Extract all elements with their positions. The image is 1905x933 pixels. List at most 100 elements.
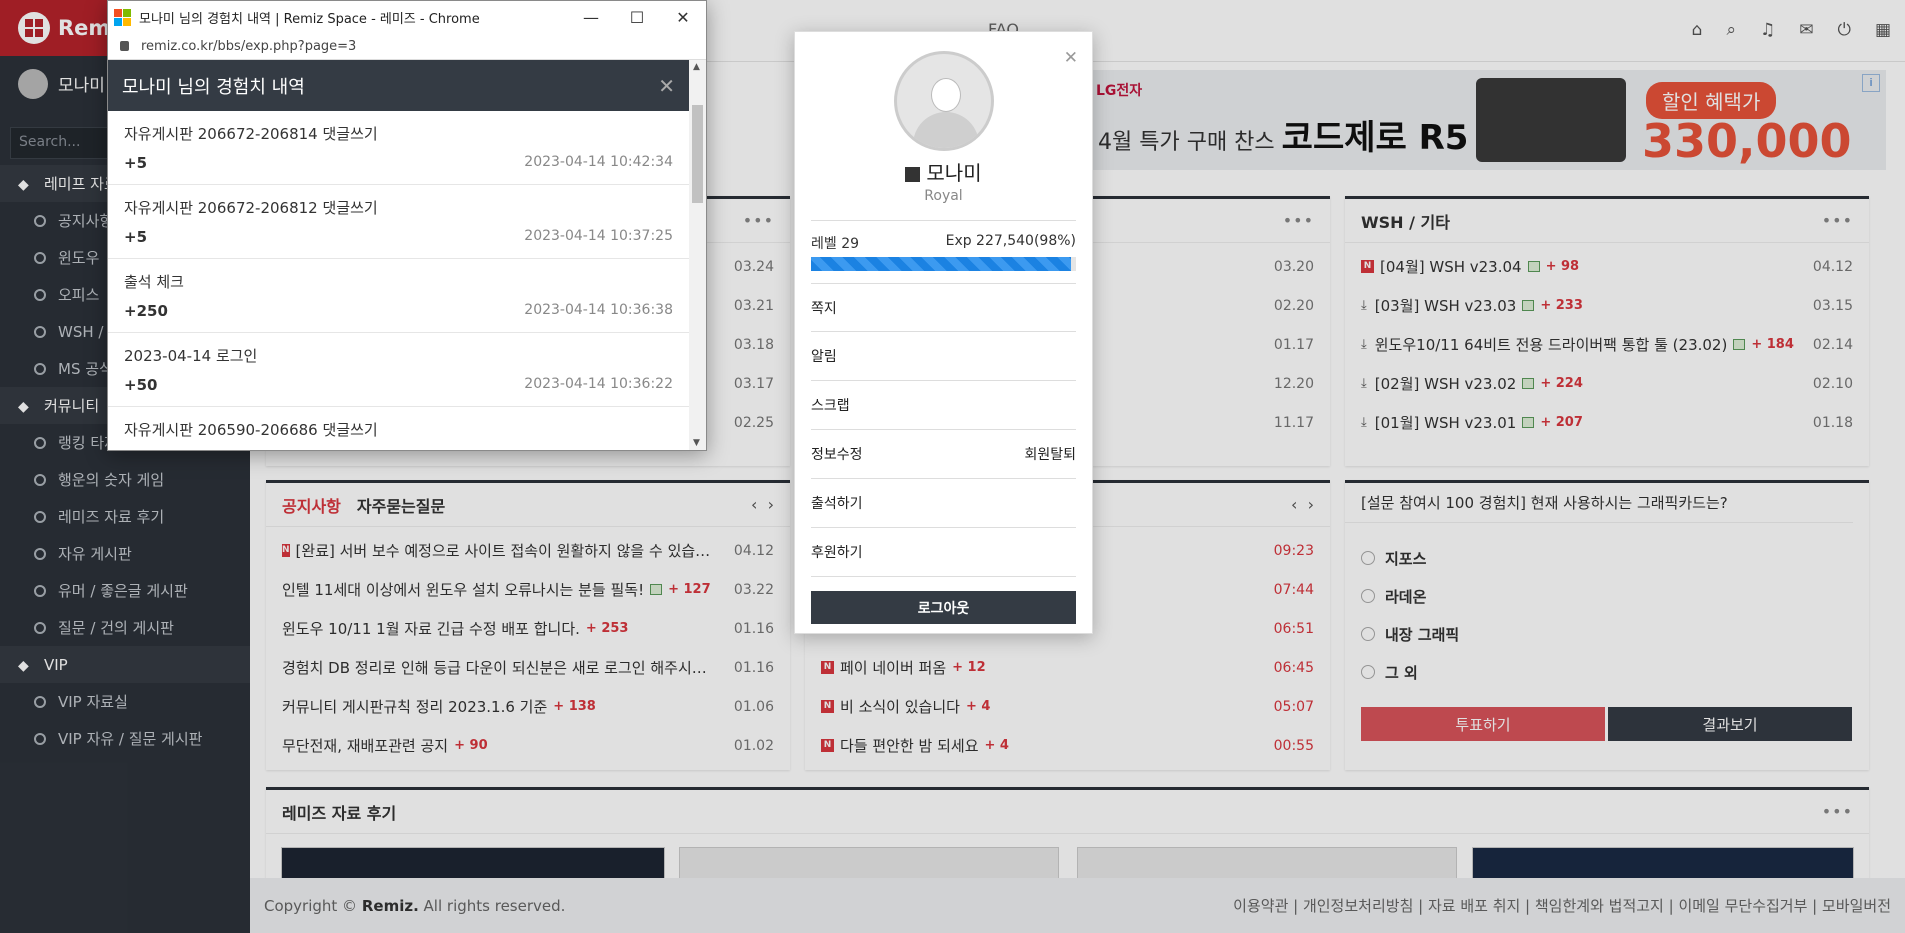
list-item[interactable]: ⤓ [03월] WSH v23.03 + 233 03.15 bbox=[1361, 286, 1853, 325]
list-item[interactable]: N 페이 네이버 퍼옴 + 12 06:45 bbox=[821, 648, 1314, 687]
list-item[interactable]: 커뮤니티 게시판규칙 정리 2023.1.6 기준 + 138 01.06 bbox=[282, 687, 774, 726]
list-item[interactable]: 경험치 DB 정리로 인해 등급 다운이 되신분은 새로 로그인 해주시…+ 1… bbox=[282, 648, 774, 687]
exp-meta: +250 2023-04-14 10:36:38 bbox=[124, 302, 673, 320]
profile-menu-item[interactable]: 스크랩 bbox=[811, 381, 1076, 430]
scroll-down-icon[interactable]: ▼ bbox=[693, 438, 700, 448]
circle-icon bbox=[34, 325, 46, 338]
next-arrow-icon[interactable]: › bbox=[768, 495, 774, 514]
exp-label: Exp 227,540(98%) bbox=[945, 233, 1076, 249]
item-text: [01월] WSH v23.01 bbox=[1374, 414, 1517, 432]
profile-menu-item[interactable]: 정보수정 회원탈퇴 bbox=[811, 430, 1076, 479]
scroll-up-icon[interactable]: ▲ bbox=[693, 62, 700, 72]
more-icon[interactable]: ••• bbox=[1283, 211, 1314, 230]
mail-icon[interactable]: ✉ bbox=[1799, 20, 1813, 40]
poll-option[interactable]: 라데온 bbox=[1361, 577, 1853, 615]
sidebar-item[interactable]: 유머 / 좋은글 게시판 bbox=[0, 572, 250, 609]
url-text: remiz.co.kr/bbs/exp.php?page=3 bbox=[141, 38, 357, 54]
logout-button[interactable]: 로그아웃 bbox=[811, 591, 1076, 624]
list-item[interactable]: ⤓ [01월] WSH v23.01 + 207 01.18 bbox=[1361, 403, 1853, 442]
more-icon[interactable]: ••• bbox=[1822, 802, 1853, 821]
ad-banner[interactable]: LG전자 4월 특가 구매 찬스 코드제로 R5 할인 혜택가 330,000원… bbox=[1086, 70, 1886, 170]
list-item[interactable]: N 다들 편안한 밤 되세요 + 4 00:55 bbox=[821, 726, 1314, 765]
home-icon[interactable]: ⌂ bbox=[1692, 20, 1703, 40]
item-text: 다들 편안한 밤 되세요 bbox=[840, 737, 979, 755]
list-item[interactable]: ⤓ [02월] WSH v23.02 + 224 02.10 bbox=[1361, 364, 1853, 403]
panel-title: 레미즈 자료 후기 bbox=[282, 803, 397, 823]
poll-option[interactable]: 그 외 bbox=[1361, 653, 1853, 691]
sidebar-item[interactable]: VIP 자료실 bbox=[0, 683, 250, 720]
grid-icon[interactable]: ▦ bbox=[1875, 20, 1891, 40]
profile-grade: Royal bbox=[811, 188, 1076, 221]
minimize-icon[interactable]: — bbox=[568, 1, 614, 33]
review-thumbnail[interactable] bbox=[1472, 847, 1854, 879]
sidebar-item[interactable]: 자유 게시판 bbox=[0, 535, 250, 572]
address-bar[interactable]: remiz.co.kr/bbs/exp.php?page=3 bbox=[108, 33, 706, 60]
power-icon[interactable]: ⏻ bbox=[1837, 20, 1850, 40]
profile-menu-item[interactable]: 알림 bbox=[811, 332, 1076, 381]
circle-icon bbox=[34, 695, 46, 708]
sidebar-item-label: VIP 자유 / 질문 게시판 bbox=[58, 730, 203, 748]
new-badge-icon: N bbox=[821, 661, 834, 674]
sidebar-item-label: 유머 / 좋은글 게시판 bbox=[58, 582, 188, 600]
item-title: 커뮤니티 게시판규칙 정리 2023.1.6 기준 + 138 bbox=[282, 696, 596, 717]
review-thumbnail[interactable] bbox=[1077, 847, 1457, 879]
scrollbar[interactable]: ▲ ▼ bbox=[689, 60, 706, 450]
item-date: 01.16 bbox=[733, 620, 774, 637]
review-thumbnail[interactable] bbox=[281, 847, 665, 879]
sidebar-group[interactable]: ◆ VIP bbox=[0, 646, 250, 683]
sidebar-item[interactable]: 행운의 숫자 게임 bbox=[0, 461, 250, 498]
next-arrow-icon[interactable]: › bbox=[1308, 495, 1314, 514]
poll-option[interactable]: 지포스 bbox=[1361, 539, 1853, 577]
search-icon[interactable]: ⌕ bbox=[1726, 20, 1736, 40]
panel-title: WSH / 기타 bbox=[1361, 212, 1450, 232]
radio-icon[interactable] bbox=[1361, 589, 1375, 603]
footer-links[interactable]: 이용약관 | 개인정보처리방침 | 자료 배포 취지 | 책임한계와 법적고지 … bbox=[1233, 895, 1891, 916]
list-item[interactable]: ⤓ 윈도우10/11 64비트 전용 드라이버팩 통합 툴 (23.02) + 18… bbox=[1361, 325, 1853, 364]
ad-info-icon[interactable]: i bbox=[1862, 74, 1880, 92]
item-date: 11.17 bbox=[1273, 414, 1314, 431]
more-icon[interactable]: ••• bbox=[743, 211, 774, 230]
sidebar-item[interactable]: 레미즈 자료 후기 bbox=[0, 498, 250, 535]
item-text: 윈도우10/11 64비트 전용 드라이버팩 통합 툴 (23.02) bbox=[1374, 336, 1728, 354]
sidebar-item[interactable]: VIP 자유 / 질문 게시판 bbox=[0, 720, 250, 757]
list-item[interactable]: N [04월] WSH v23.04 + 98 04.12 bbox=[1361, 247, 1853, 286]
radio-icon[interactable] bbox=[1361, 665, 1375, 679]
new-badge-icon: N bbox=[821, 700, 834, 713]
radio-icon[interactable] bbox=[1361, 627, 1375, 641]
comment-count: + 138 bbox=[553, 699, 596, 714]
tab-notice[interactable]: 공지사항 bbox=[282, 497, 341, 516]
review-thumbnail[interactable] bbox=[679, 847, 1059, 879]
comment-count: + 207 bbox=[1540, 415, 1583, 430]
sidebar-item-label: 윈도우 bbox=[58, 249, 100, 267]
more-icon[interactable]: ••• bbox=[1822, 211, 1853, 230]
close-icon[interactable]: ✕ bbox=[660, 1, 706, 33]
radio-icon[interactable] bbox=[1361, 551, 1375, 565]
scrollbar-thumb[interactable] bbox=[692, 105, 703, 203]
item-date: 03.22 bbox=[733, 581, 774, 598]
sidebar-item[interactable]: 질문 / 건의 게시판 bbox=[0, 609, 250, 646]
profile-menu-item[interactable]: 출석하기 bbox=[811, 479, 1076, 528]
list-item[interactable]: 인텔 11세대 이상에서 윈도우 설치 오류나시는 분들 필독! + 127 03.… bbox=[282, 570, 774, 609]
tab-faq[interactable]: 자주묻는질문 bbox=[357, 497, 445, 516]
bell-icon[interactable]: ♫ bbox=[1760, 20, 1775, 40]
prev-arrow-icon[interactable]: ‹ bbox=[751, 495, 757, 514]
exp-item: 자유게시판 206590-206686 댓글쓰기 bbox=[108, 407, 689, 451]
vote-button[interactable]: 투표하기 bbox=[1361, 707, 1605, 741]
poll-option[interactable]: 내장 그래픽 bbox=[1361, 615, 1853, 653]
withdraw-link[interactable]: 회원탈퇴 bbox=[1024, 444, 1076, 464]
circle-icon bbox=[34, 547, 46, 560]
item-date: 03.21 bbox=[733, 297, 774, 314]
list-item[interactable]: N 비 소식이 있습니다 + 4 05:07 bbox=[821, 687, 1314, 726]
profile-menu-item[interactable]: 후원하기 bbox=[811, 528, 1076, 577]
profile-menu-item[interactable]: 쪽지 bbox=[811, 283, 1076, 332]
close-icon[interactable]: ✕ bbox=[1064, 48, 1078, 68]
exp-item: 자유게시판 206672-206814 댓글쓰기 +5 2023-04-14 10:… bbox=[108, 111, 689, 185]
result-button[interactable]: 결과보기 bbox=[1608, 707, 1852, 741]
maximize-icon[interactable]: ☐ bbox=[614, 1, 660, 33]
list-item[interactable]: 윈도우 10/11 1월 자료 긴급 수정 배포 합니다. + 253 01.16 bbox=[282, 609, 774, 648]
list-item[interactable]: 무단전재, 재배포관련 공지 + 90 01.02 bbox=[282, 726, 774, 765]
prev-arrow-icon[interactable]: ‹ bbox=[1291, 495, 1297, 514]
list-item[interactable]: N[완료] 서버 보수 예정으로 사이트 접속이 원활하지 않을 수 있습…+ … bbox=[282, 531, 774, 570]
exp-item: 자유게시판 206672-206812 댓글쓰기 +5 2023-04-14 10:… bbox=[108, 185, 689, 259]
close-icon[interactable]: ✕ bbox=[658, 74, 675, 98]
